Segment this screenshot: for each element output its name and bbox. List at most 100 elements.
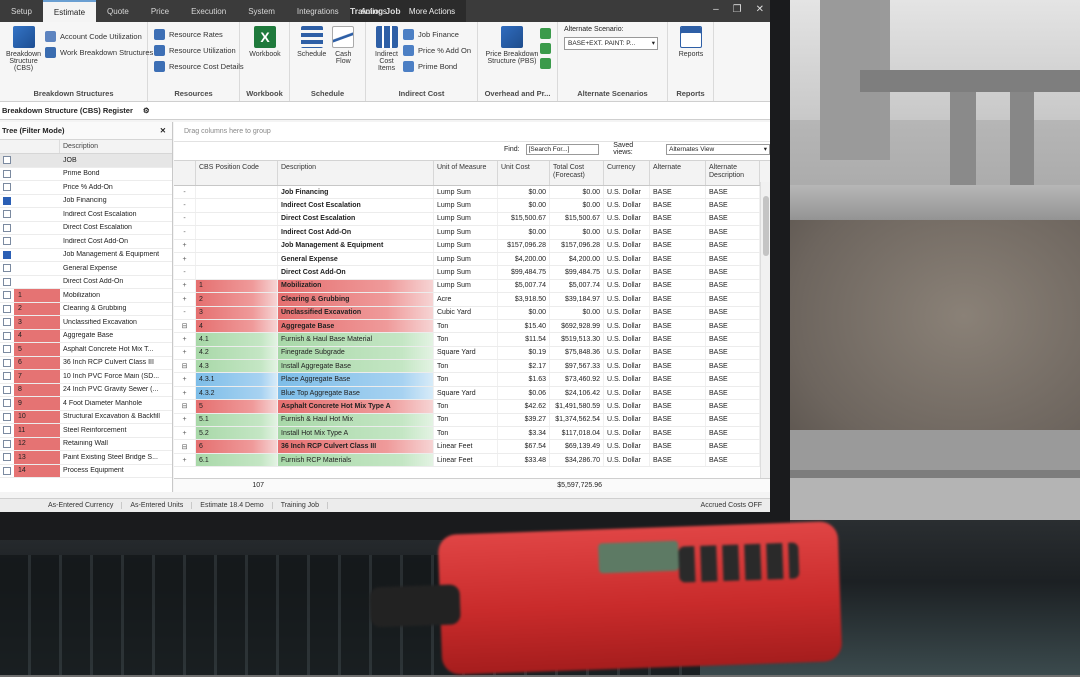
expand-toggle-icon[interactable]: - bbox=[174, 186, 196, 199]
table-row[interactable]: ⊟ 5 Asphalt Concrete Hot Mix Type A Ton $42.… bbox=[174, 400, 770, 414]
expand-toggle-icon[interactable]: + bbox=[174, 346, 196, 360]
workbook-button[interactable]: X Workbook bbox=[246, 26, 284, 58]
schedule-button[interactable]: Schedule bbox=[296, 26, 328, 65]
table-row[interactable]: ⊟ 4.3 Install Aggregate Base Ton $2.17 $97,56… bbox=[174, 360, 770, 374]
account-code-utilization-button[interactable]: Account Code Utilization bbox=[45, 28, 153, 44]
price-add-on-button[interactable]: Price % Add On bbox=[403, 42, 471, 58]
cbs-register-tab[interactable]: Breakdown Structure (CBS) Register bbox=[2, 106, 133, 115]
table-row[interactable]: +5.1 Furnish & Haul Hot Mix Ton $39.27 $1,37… bbox=[174, 413, 770, 428]
table-row[interactable]: +4.3.1 Place Aggregate Base Ton $1.63 $73,46… bbox=[174, 373, 770, 387]
tree-row[interactable]: 5 Asphalt Concrete Hot Mix T... bbox=[0, 343, 172, 357]
expand-toggle-icon[interactable]: - bbox=[174, 306, 196, 319]
tree-row[interactable]: Direct Cost Escalation bbox=[0, 222, 172, 235]
table-row[interactable]: - Direct Cost Escalation Lump Sum $15,500.6… bbox=[174, 212, 770, 227]
tree-row[interactable]: Job Financing bbox=[0, 195, 172, 208]
tree-row[interactable]: 14 Process Equipment bbox=[0, 464, 172, 478]
minimize-icon[interactable]: – bbox=[713, 4, 719, 15]
green-gear-icon[interactable] bbox=[540, 58, 551, 69]
col-alternate-description[interactable]: Alternate Description bbox=[706, 161, 760, 185]
table-row[interactable]: - Job Financing Lump Sum $0.00 $0.00 U.S. Dol… bbox=[174, 186, 770, 200]
tree-row[interactable]: 6 36 Inch RCP Culvert Class III bbox=[0, 356, 172, 370]
expand-toggle-icon[interactable]: + bbox=[174, 293, 196, 306]
tree-row[interactable]: 13 Paint Existing Steel Bridge S... bbox=[0, 451, 172, 465]
table-row[interactable]: + General Expense Lump Sum $4,200.00 $4,200.… bbox=[174, 252, 770, 267]
expand-toggle-icon[interactable]: + bbox=[174, 413, 196, 427]
expand-toggle-icon[interactable]: + bbox=[174, 373, 196, 386]
tab-setup[interactable]: Setup bbox=[0, 0, 43, 22]
tree-row[interactable]: Indirect Cost Add-On bbox=[0, 235, 172, 249]
tab-price[interactable]: Price bbox=[140, 0, 180, 22]
cash-flow-button[interactable]: Cash Flow bbox=[328, 26, 360, 65]
tree-description-header[interactable]: Description bbox=[60, 140, 101, 153]
col-currency[interactable]: Currency bbox=[604, 161, 650, 185]
expand-toggle-icon[interactable]: + bbox=[174, 386, 196, 400]
tree-row[interactable]: 3 Unclassified Excavation bbox=[0, 316, 172, 330]
tab-estimate[interactable]: Estimate bbox=[42, 0, 97, 22]
table-row[interactable]: +6.1 Furnish RCP Materials Linear Feet $33.… bbox=[174, 453, 770, 468]
expand-toggle-icon[interactable]: ⊟ bbox=[174, 319, 196, 333]
expand-toggle-icon[interactable]: - bbox=[174, 226, 196, 239]
resource-utilization-button[interactable]: Resource Utilization bbox=[154, 42, 236, 58]
col-unit-cost[interactable]: Unit Cost bbox=[498, 161, 550, 185]
tab-integrations[interactable]: Integrations bbox=[286, 0, 350, 22]
prime-bond-button[interactable]: Prime Bond bbox=[403, 58, 471, 74]
expand-toggle-icon[interactable]: + bbox=[174, 333, 196, 346]
tree-row[interactable]: 11 Steel Reinforcement bbox=[0, 424, 172, 438]
search-input[interactable]: [Search For...] bbox=[525, 143, 600, 155]
vertical-scrollbar[interactable] bbox=[760, 182, 770, 478]
expand-toggle-icon[interactable]: - bbox=[174, 212, 196, 226]
tree-row[interactable]: 10 Structural Excavation & Backfill bbox=[0, 410, 172, 424]
col-description[interactable]: Description bbox=[278, 161, 434, 185]
tree-row[interactable]: Prime Bond bbox=[0, 168, 172, 181]
expand-toggle-icon[interactable]: + bbox=[174, 427, 196, 440]
tree-row[interactable]: 2 Clearing & Grubbing bbox=[0, 302, 172, 316]
tree-row[interactable]: 12 Retaining Wall bbox=[0, 437, 172, 451]
green-gear-icon[interactable] bbox=[540, 43, 551, 54]
tree-row[interactable]: 7 10 Inch PVC Force Main (SD... bbox=[0, 370, 172, 384]
close-icon[interactable]: ✕ bbox=[756, 4, 764, 15]
table-row[interactable]: - Indirect Cost Add-On Lump Sum $0.00 $0.00 U… bbox=[174, 226, 770, 240]
tree-row[interactable]: 1 Mobilization bbox=[0, 289, 172, 303]
scroll-thumb[interactable] bbox=[763, 196, 769, 256]
expand-toggle-icon[interactable]: + bbox=[174, 239, 196, 252]
expand-toggle-icon[interactable]: ⊟ bbox=[174, 360, 196, 373]
tree-row[interactable]: Direct Cost Add-On bbox=[0, 276, 172, 289]
table-row[interactable]: +4.2 Finegrade Subgrade Square Yard $0.19 $7… bbox=[174, 346, 770, 361]
table-row[interactable]: + Job Management & Equipment Lump Sum $157,… bbox=[174, 239, 770, 253]
expand-toggle-icon[interactable]: ⊟ bbox=[174, 440, 196, 453]
indirect-cost-items-button[interactable]: Indirect Cost Items bbox=[372, 26, 401, 74]
tab-system[interactable]: System bbox=[237, 0, 286, 22]
gear-icon[interactable]: ⚙ bbox=[143, 106, 150, 115]
expand-toggle-icon[interactable]: + bbox=[174, 279, 196, 293]
table-row[interactable]: +4.3.2 Blue Top Aggregate Base Square Yard… bbox=[174, 386, 770, 401]
col-total-cost[interactable]: Total Cost (Forecast) bbox=[550, 161, 604, 185]
table-row[interactable]: - Direct Cost Add-On Lump Sum $99,484.75 $99… bbox=[174, 266, 770, 280]
tree-row[interactable]: Indirect Cost Escalation bbox=[0, 208, 172, 222]
price-breakdown-structure-button[interactable]: Price Breakdown Structure (PBS) bbox=[484, 26, 540, 69]
work-breakdown-structures-button[interactable]: Work Breakdown Structures bbox=[45, 44, 153, 60]
alternate-scenario-select[interactable]: BASE+EXT. PAINT: P... ▾ bbox=[564, 37, 658, 50]
reports-button[interactable]: Reports bbox=[674, 26, 708, 58]
table-row[interactable]: - Indirect Cost Escalation Lump Sum $0.00 $0… bbox=[174, 199, 770, 213]
expand-toggle-icon[interactable]: + bbox=[174, 252, 196, 266]
green-gear-icon[interactable] bbox=[540, 28, 551, 39]
table-row[interactable]: +5.2 Install Hot Mix Type A Ton $3.34 $117,0… bbox=[174, 427, 770, 441]
expand-toggle-icon[interactable]: - bbox=[174, 266, 196, 279]
col-alternate[interactable]: Alternate bbox=[650, 161, 706, 185]
resource-cost-details-button[interactable]: Resource Cost Details bbox=[154, 58, 244, 74]
table-row[interactable]: -3 Unclassified Excavation Cubic Yard $0.00… bbox=[174, 306, 770, 320]
restore-icon[interactable]: ❐ bbox=[733, 4, 742, 15]
col-cbs-position-code[interactable]: CBS Position Code bbox=[196, 161, 278, 185]
col-unit-of-measure[interactable]: Unit of Measure bbox=[434, 161, 498, 185]
expand-toggle-icon[interactable]: ⊟ bbox=[174, 400, 196, 413]
saved-views-select[interactable]: Alternates View ▾ bbox=[666, 143, 770, 155]
table-row[interactable]: ⊟ 4 Aggregate Base Ton $15.40 $692,928.99 U.S.… bbox=[174, 319, 770, 334]
table-row[interactable]: +4.1 Furnish & Haul Base Material Ton $11.5… bbox=[174, 333, 770, 347]
close-icon[interactable]: ✕ bbox=[160, 126, 166, 135]
job-finance-button[interactable]: Job Finance bbox=[403, 26, 471, 42]
tree-row[interactable]: 4 Aggregate Base bbox=[0, 329, 172, 343]
expand-toggle-icon[interactable]: + bbox=[174, 453, 196, 467]
tree-row[interactable]: 94 Foot Diameter Manhole bbox=[0, 397, 172, 411]
resource-rates-button[interactable]: Resource Rates bbox=[154, 26, 233, 42]
tree-row[interactable]: JOB bbox=[0, 154, 172, 168]
